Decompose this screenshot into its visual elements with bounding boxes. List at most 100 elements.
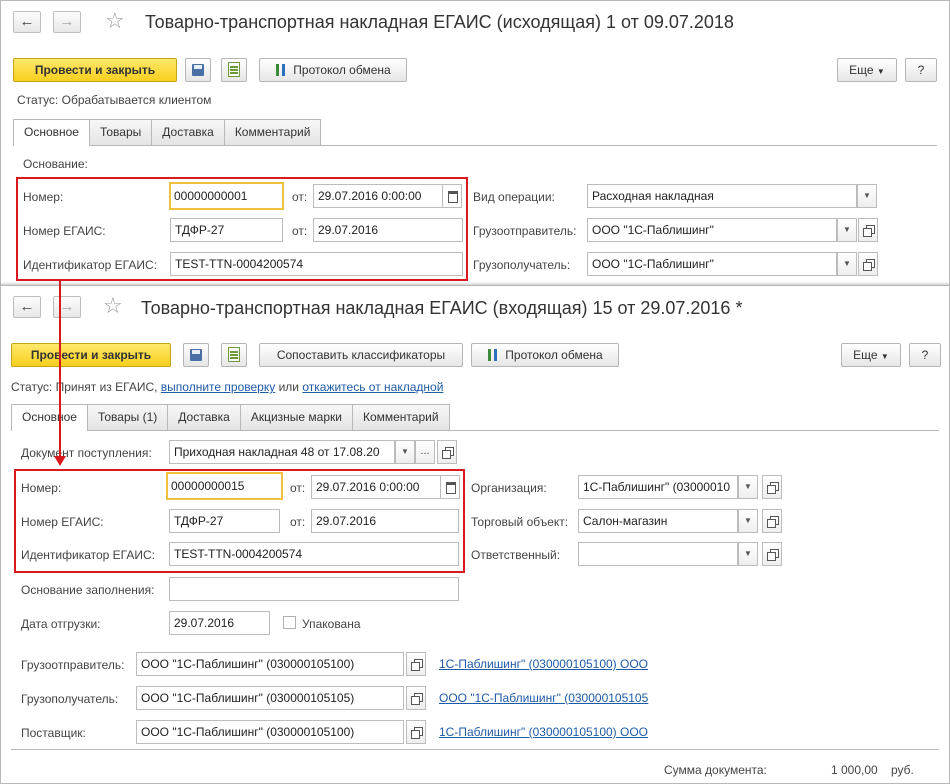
open-icon[interactable]	[858, 252, 878, 276]
organization-select[interactable]: 1С-Паблишинг" (03000010	[578, 475, 738, 499]
tab-delivery[interactable]: Доставка	[167, 404, 241, 430]
save-icon	[192, 64, 204, 76]
tab-bar: Основное Товары Доставка Комментарий	[13, 119, 322, 146]
favorite-star-icon[interactable]: ☆	[103, 294, 123, 318]
exchange-log-label: Протокол обмена	[505, 348, 603, 362]
open-icon[interactable]	[437, 440, 457, 464]
post-and-close-button[interactable]: Провести и закрыть	[11, 343, 171, 367]
consignee-field[interactable]: ООО "1С-Паблишинг" (030000105105)	[136, 686, 404, 710]
receipt-doc-label: Документ поступления:	[21, 446, 152, 460]
total-label: Сумма документа:	[664, 763, 767, 777]
chevron-down-icon[interactable]: ▼	[837, 252, 857, 276]
consignee-label: Грузополучатель:	[473, 258, 571, 272]
supplier-field[interactable]: ООО "1С-Паблишинг" (030000105100)	[136, 720, 404, 744]
total-value: 1 000,00	[831, 763, 878, 777]
tab-comment[interactable]: Комментарий	[351, 404, 450, 430]
open-icon[interactable]	[406, 652, 426, 676]
more-button[interactable]: Еще ▼	[841, 343, 901, 367]
chevron-down-icon[interactable]: ▼	[738, 542, 758, 566]
tab-main[interactable]: Основное	[13, 119, 90, 146]
exchange-icon	[487, 349, 499, 361]
exchange-icon	[275, 64, 287, 76]
forward-button[interactable]: →	[53, 11, 81, 33]
forward-button[interactable]: →	[53, 296, 81, 318]
window-title: Товарно-транспортная накладная ЕГАИС (вх…	[141, 298, 743, 318]
consignee-select[interactable]: ООО "1С-Паблишинг"	[587, 252, 837, 276]
post-and-close-button[interactable]: Провести и закрыть	[13, 58, 177, 82]
favorite-star-icon[interactable]: ☆	[105, 9, 125, 33]
shipper-label: Грузоотправитель:	[21, 658, 125, 672]
match-classifiers-button[interactable]: Сопоставить классификаторы	[259, 343, 463, 367]
responsible-label: Ответственный:	[471, 548, 561, 562]
content-bottom-divider	[11, 749, 939, 750]
title-bar: ← → ☆ Товарно-транспортная накладная ЕГА…	[1, 1, 949, 45]
chevron-down-icon[interactable]: ▼	[837, 218, 857, 242]
packed-checkbox[interactable]	[283, 616, 296, 629]
trade-object-label: Торговый объект:	[471, 515, 569, 529]
operation-select[interactable]: Расходная накладная	[587, 184, 857, 208]
report-button[interactable]	[221, 58, 247, 82]
open-icon[interactable]	[762, 475, 782, 499]
highlight-box-outgoing	[16, 177, 468, 281]
ship-date-field[interactable]: 29.07.2016	[169, 611, 270, 635]
open-icon[interactable]	[762, 542, 782, 566]
status-value: Обрабатывается клиентом	[61, 93, 212, 107]
open-icon[interactable]	[762, 509, 782, 533]
status-line: Статус: Обрабатывается клиентом	[17, 93, 211, 107]
window-title: Товарно-транспортная накладная ЕГАИС (ис…	[145, 12, 734, 32]
consignee-link[interactable]: ООО "1С-Паблишинг" (030000105105	[439, 691, 648, 705]
shipper-field[interactable]: ООО "1С-Паблишинг" (030000105100)	[136, 652, 404, 676]
shipper-select[interactable]: ООО "1С-Паблишинг"	[587, 218, 837, 242]
title-bar: ← → ☆ Товарно-транспортная накладная ЕГА…	[1, 286, 949, 330]
supplier-link[interactable]: 1С-Паблишинг" (030000105100) ООО	[439, 725, 648, 739]
chevron-down-icon[interactable]: ▼	[395, 440, 415, 464]
shipper-link[interactable]: 1С-Паблишинг" (030000105100) ООО	[439, 657, 648, 671]
organization-label: Организация:	[471, 481, 547, 495]
responsible-select[interactable]	[578, 542, 738, 566]
report-button[interactable]	[221, 343, 247, 367]
exchange-log-label: Протокол обмена	[293, 63, 391, 77]
tab-excise-marks[interactable]: Акцизные марки	[239, 404, 353, 430]
exchange-log-button[interactable]: Протокол обмена	[471, 343, 619, 367]
open-icon[interactable]	[858, 218, 878, 242]
open-icon[interactable]	[406, 720, 426, 744]
fill-basis-field[interactable]	[169, 577, 459, 601]
arrow-down-icon	[54, 456, 66, 466]
chevron-down-icon[interactable]: ▼	[738, 475, 758, 499]
tab-main[interactable]: Основное	[11, 404, 88, 431]
open-icon[interactable]	[406, 686, 426, 710]
receipt-doc-select[interactable]: Приходная накладная 48 от 17.08.20	[169, 440, 395, 464]
connector-line	[59, 279, 61, 457]
incoming-document-window: ← → ☆ Товарно-транспортная накладная ЕГА…	[0, 285, 950, 784]
ship-date-label: Дата отгрузки:	[21, 617, 101, 631]
save-icon	[190, 349, 202, 361]
status-label: Статус:	[17, 93, 59, 107]
more-label: Еще	[849, 63, 874, 77]
currency-label: руб.	[891, 763, 914, 777]
chevron-down-icon[interactable]: ▼	[738, 509, 758, 533]
shipper-label: Грузоотправитель:	[473, 224, 577, 238]
trade-object-select[interactable]: Салон-магазин	[578, 509, 738, 533]
save-button[interactable]	[183, 343, 209, 367]
chevron-down-icon[interactable]: ▼	[857, 184, 877, 208]
packed-label: Упакована	[302, 617, 361, 631]
operation-label: Вид операции:	[473, 190, 555, 204]
check-link[interactable]: выполните проверку	[161, 380, 275, 394]
tab-goods[interactable]: Товары	[88, 119, 153, 145]
tab-goods[interactable]: Товары (1)	[86, 404, 169, 430]
tab-divider	[11, 430, 939, 431]
tab-delivery[interactable]: Доставка	[151, 119, 225, 145]
save-button[interactable]	[185, 58, 211, 82]
reject-link[interactable]: откажитесь от накладной	[302, 380, 443, 394]
help-button[interactable]: ?	[905, 58, 937, 82]
more-button[interactable]: Еще ▼	[837, 58, 897, 82]
highlight-box-incoming	[14, 469, 465, 573]
more-label: Еще	[853, 348, 878, 362]
tab-comment[interactable]: Комментарий	[223, 119, 322, 145]
back-button[interactable]: ←	[13, 11, 41, 33]
exchange-log-button[interactable]: Протокол обмена	[259, 58, 407, 82]
select-dots-button[interactable]: ...	[415, 440, 435, 464]
status-line: Статус: Принят из ЕГАИС, выполните прове…	[11, 380, 443, 394]
help-button[interactable]: ?	[909, 343, 941, 367]
back-button[interactable]: ←	[13, 296, 41, 318]
